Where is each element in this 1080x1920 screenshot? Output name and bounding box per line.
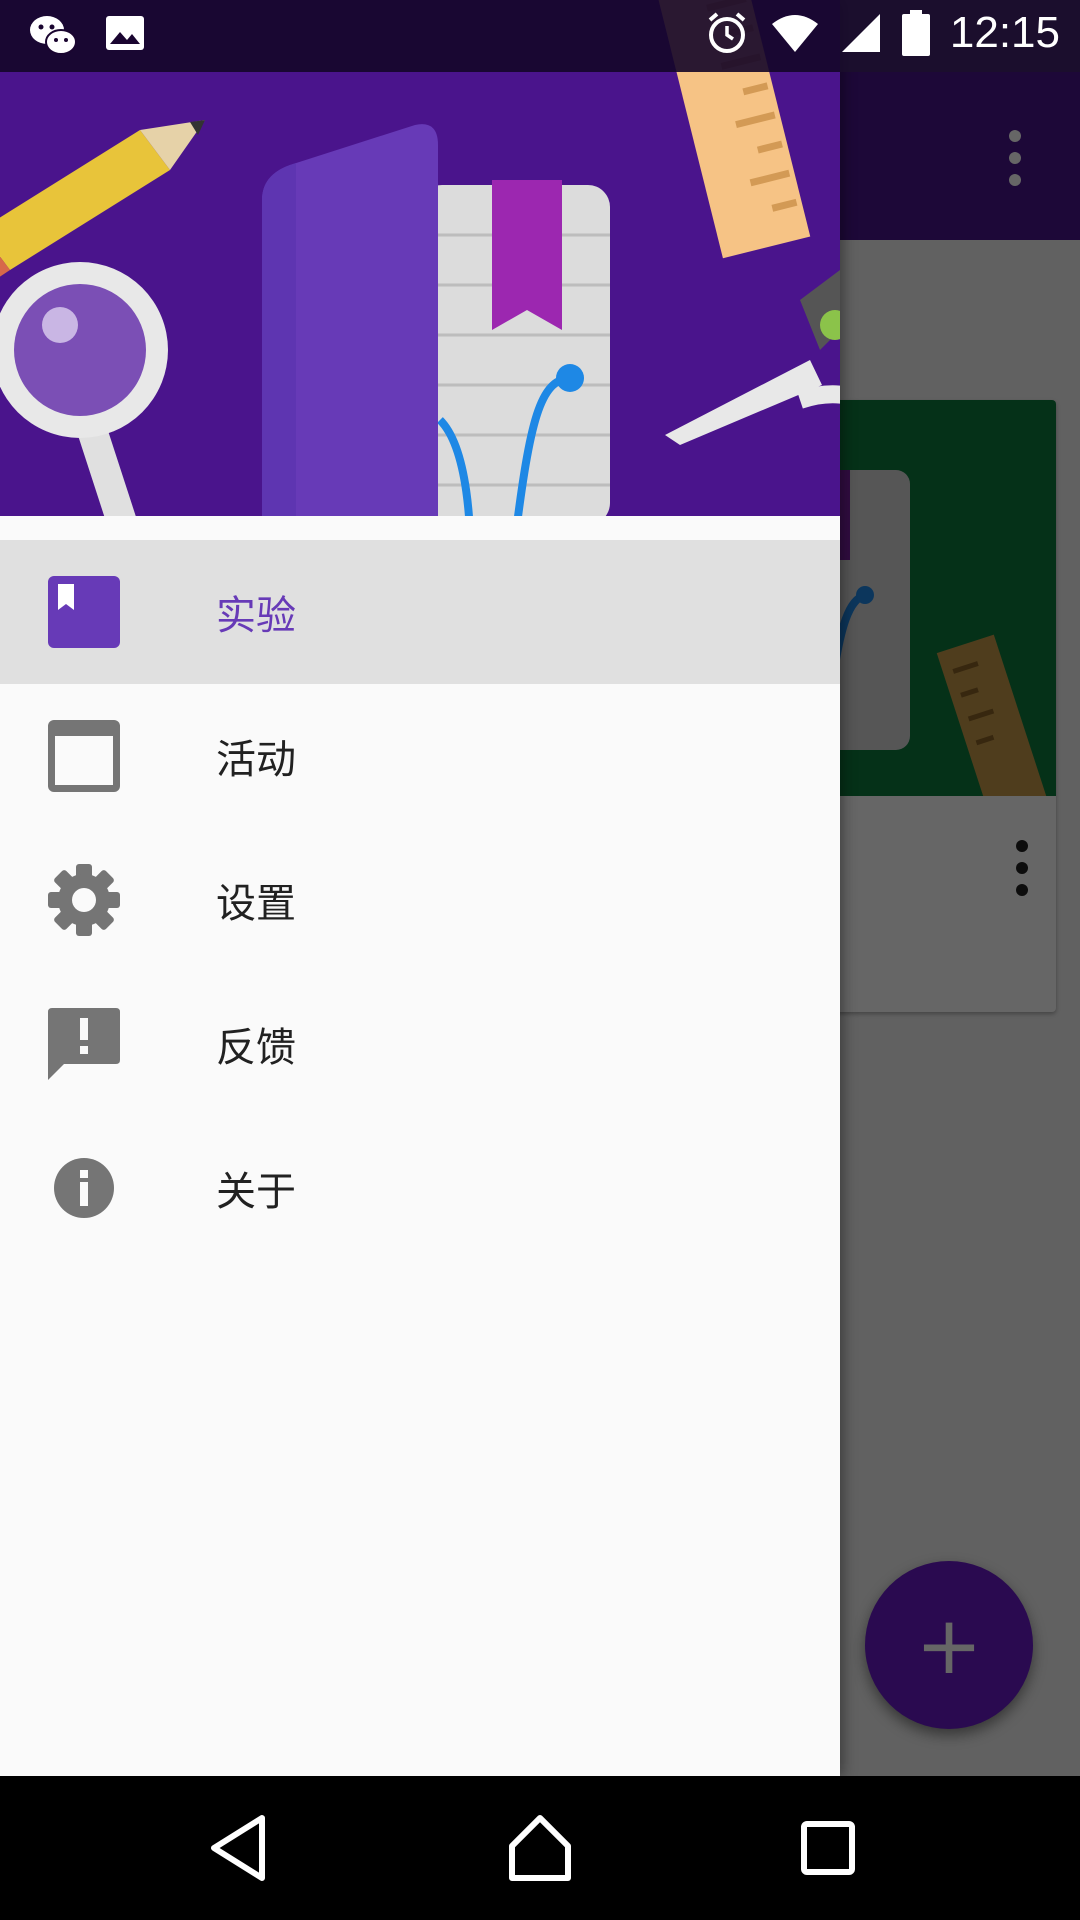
nav-item-settings[interactable]: 设置 (0, 828, 840, 972)
back-icon[interactable] (200, 1808, 280, 1888)
nav-item-activities[interactable]: 活动 (0, 684, 840, 828)
system-nav-bar (0, 1776, 1080, 1920)
status-time: 12:15 (949, 8, 1060, 57)
alarm-icon (708, 12, 746, 53)
nav-label-about: 关于 (216, 1169, 296, 1215)
signal-icon (841, 14, 880, 52)
wechat-icon (30, 16, 77, 55)
notebook-illustration (262, 124, 610, 516)
wifi-icon (771, 15, 818, 52)
battery-icon (901, 10, 930, 56)
nav-label-activities: 活动 (216, 737, 296, 783)
gear-icon (48, 864, 120, 936)
nav-item-experiments[interactable]: 实验 (0, 540, 840, 684)
home-icon[interactable] (500, 1808, 580, 1888)
drawer-header-illustration (0, 0, 840, 516)
image-icon (106, 16, 144, 50)
recents-icon[interactable] (788, 1808, 868, 1888)
navigation-drawer: 实验 活动 设置 反馈 关于 (0, 0, 840, 1776)
nav-item-about[interactable]: 关于 (0, 1116, 840, 1260)
status-bar: 12:15 (0, 0, 1080, 72)
info-icon (54, 1158, 114, 1218)
feedback-icon (48, 1008, 120, 1080)
nav-label-feedback: 反馈 (216, 1025, 296, 1071)
window-icon (48, 720, 120, 792)
nav-label-settings: 设置 (216, 881, 296, 927)
drawer-menu: 实验 活动 设置 反馈 关于 (0, 540, 840, 1260)
nav-item-feedback[interactable]: 反馈 (0, 972, 840, 1116)
nav-label-experiments: 实验 (216, 593, 296, 639)
notebook-icon (48, 576, 120, 648)
